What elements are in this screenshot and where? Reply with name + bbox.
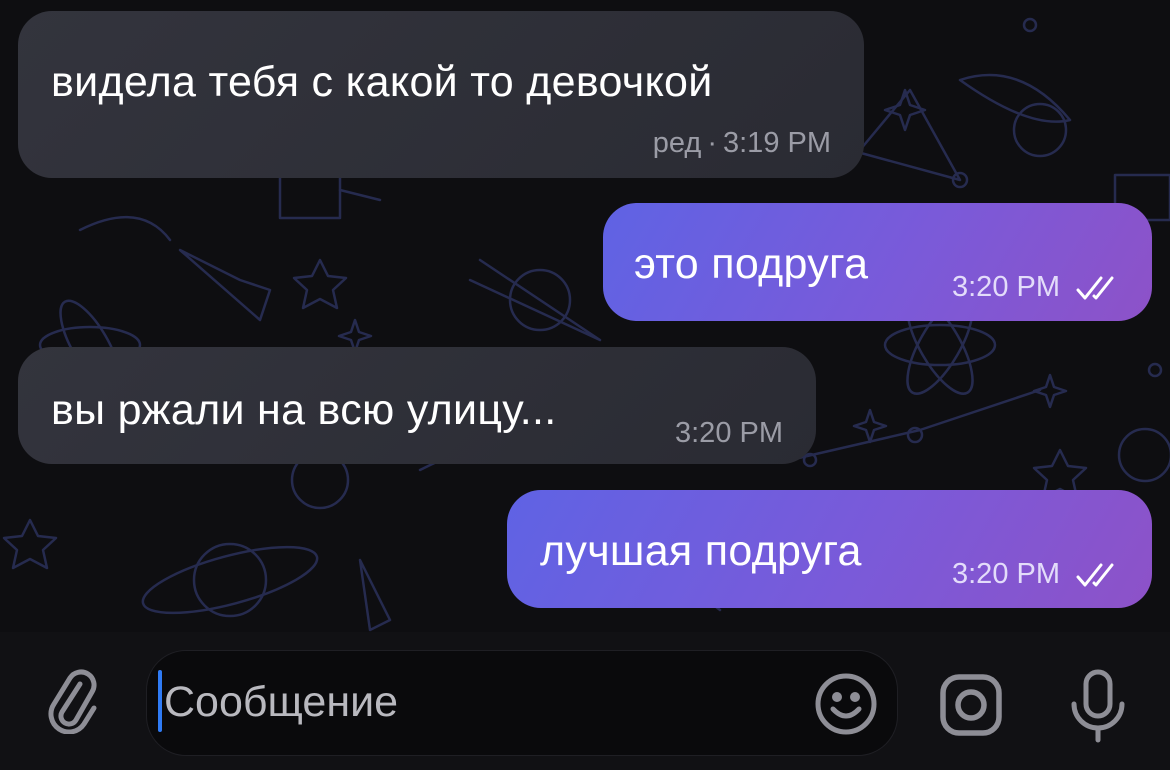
text-caret (158, 670, 162, 732)
message-time: 3:20 PM (952, 558, 1060, 590)
message-text: это подруга (634, 240, 869, 288)
message-time: 3:20 PM (675, 417, 783, 449)
message-meta: ред · 3:19 PM (653, 129, 831, 158)
microphone-icon[interactable] (1068, 668, 1128, 744)
paperclip-icon[interactable] (46, 666, 100, 734)
meta-separator: · (707, 127, 717, 159)
message-meta: 3:20 PM (675, 419, 783, 448)
message-meta: 3:20 PM (952, 560, 1122, 589)
message-bubble-incoming[interactable]: видела тебя с какой то девочкой ред · 3:… (18, 11, 864, 178)
message-text: видела тебя с какой то девочкой (51, 58, 713, 106)
emoji-icon[interactable] (814, 672, 878, 736)
message-meta: 3:20 PM (952, 273, 1122, 302)
message-bubble-outgoing[interactable]: лучшая подруга 3:20 PM (507, 490, 1152, 608)
double-check-icon (1076, 276, 1114, 299)
message-text: лучшая подруга (540, 527, 862, 575)
camera-icon[interactable] (938, 672, 1004, 738)
message-text: вы ржали на всю улицу... (51, 386, 557, 434)
chat-area[interactable]: видела тебя с какой то девочкой ред · 3:… (0, 0, 1170, 632)
message-bubble-outgoing[interactable]: это подруга 3:20 PM (603, 203, 1152, 321)
double-check-icon (1076, 563, 1114, 586)
edited-label: ред (652, 127, 702, 159)
message-time: 3:19 PM (723, 127, 831, 159)
message-input[interactable] (164, 672, 764, 732)
message-bubble-incoming[interactable]: вы ржали на всю улицу... 3:20 PM (18, 347, 816, 464)
message-time: 3:20 PM (952, 271, 1060, 303)
